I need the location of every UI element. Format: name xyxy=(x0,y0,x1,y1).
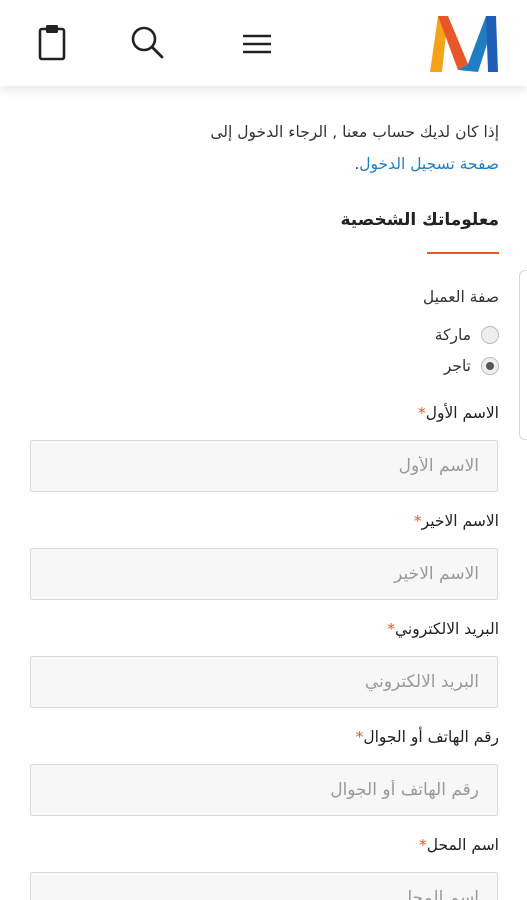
brand-logo[interactable] xyxy=(428,12,500,74)
shop-name-label-text: اسم المحل xyxy=(426,836,499,854)
hamburger-menu-icon[interactable] xyxy=(240,29,274,59)
required-marker: * xyxy=(418,836,427,854)
customer-type-option-merchant[interactable]: تاجر xyxy=(444,354,499,378)
customer-type-option-brand[interactable]: ماركة xyxy=(435,323,499,347)
clipboard-icon[interactable] xyxy=(34,23,70,63)
last-name-label: الاسم الاخير* xyxy=(414,512,499,530)
phone-input[interactable] xyxy=(30,764,498,816)
section-title: معلوماتك الشخصية xyxy=(340,210,499,230)
search-icon[interactable] xyxy=(128,24,166,62)
radio-merchant[interactable] xyxy=(481,357,499,375)
last-name-label-text: الاسم الاخير xyxy=(421,512,499,530)
first-name-input[interactable] xyxy=(30,440,498,492)
page: إذا كان لديك حساب معنا , الرجاء الدخول إ… xyxy=(0,0,527,900)
section-title-underline xyxy=(427,252,499,254)
required-marker: * xyxy=(413,512,422,530)
email-label: البريد الالكتروني* xyxy=(387,620,499,638)
radio-brand[interactable] xyxy=(481,326,499,344)
registration-form: إذا كان لديك حساب معنا , الرجاء الدخول إ… xyxy=(0,86,527,900)
login-notice: إذا كان لديك حساب معنا , الرجاء الدخول إ… xyxy=(99,116,499,180)
login-page-link[interactable]: صفحة تسجيل الدخول xyxy=(359,155,499,173)
login-notice-text: إذا كان لديك حساب معنا , الرجاء الدخول إ… xyxy=(210,123,499,141)
customer-type-label: صفة العميل xyxy=(422,288,499,306)
required-marker: * xyxy=(417,404,426,422)
first-name-label: الاسم الأول* xyxy=(418,404,499,422)
phone-label-text: رقم الهاتف أو الجوال xyxy=(363,728,499,746)
side-scroll-tab[interactable] xyxy=(519,270,527,440)
email-label-text: البريد الالكتروني xyxy=(394,620,499,638)
radio-merchant-label: تاجر xyxy=(443,357,471,375)
required-marker: * xyxy=(387,620,395,638)
radio-brand-label: ماركة xyxy=(434,326,471,344)
phone-label: رقم الهاتف أو الجوال* xyxy=(356,728,499,746)
last-name-input[interactable] xyxy=(30,548,498,600)
shop-name-input[interactable] xyxy=(30,872,498,900)
email-input[interactable] xyxy=(30,656,498,708)
first-name-label-text: الاسم الأول xyxy=(425,404,499,422)
top-header xyxy=(0,0,527,86)
shop-name-label: اسم المحل* xyxy=(419,836,499,854)
